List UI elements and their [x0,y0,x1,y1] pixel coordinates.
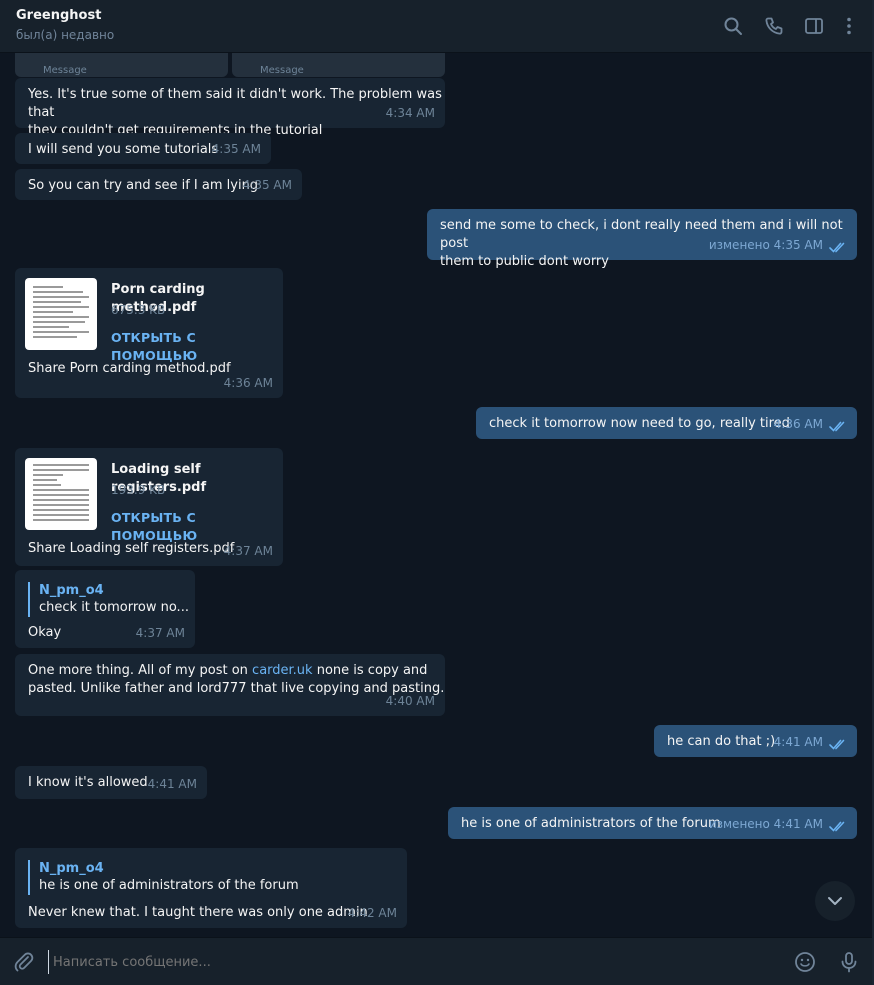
message-input[interactable] [48,950,778,974]
message-incoming[interactable]: One more thing. All of my post on carder… [15,654,445,716]
reply-author: N_pm_o4 [39,861,104,876]
message-text: I will send you some tutorials [28,142,219,157]
scroll-to-bottom-button[interactable] [815,881,855,921]
message-time: 4:35 AM [211,142,261,156]
message-link[interactable]: carder.uk [252,663,313,678]
chat-header: Greenghost был(а) недавно [0,0,874,53]
message-incoming[interactable]: So you can try and see if I am lying 4:3… [15,169,302,200]
message-time: 4:37 AM [223,544,273,558]
message-time: изменено 4:35 AM [708,238,823,252]
message-outgoing[interactable]: he can do that ;) 4:41 AM [654,725,857,757]
file-size: 675.3 KB [111,303,166,317]
message-time: 4:41 AM [773,735,823,749]
read-receipt-icon [829,421,845,432]
search-icon[interactable] [721,14,745,38]
previous-media-remnant: Message [15,53,228,77]
message-text: he can do that ;) [667,734,776,749]
message-text: So you can try and see if I am lying [28,178,259,193]
read-receipt-icon [829,821,845,832]
read-receipt-icon [829,242,845,253]
file-size: 193.9 KB [111,483,166,497]
message-text: I know it's allowed [28,775,148,790]
message-text: he is one of administrators of the forum [461,816,721,831]
message-text: check it tomorrow now need to go, really… [489,416,790,431]
reply-text: he is one of administrators of the forum [39,878,299,893]
reply-text: check it tomorrow no... [39,600,189,615]
message-file-incoming[interactable]: Loading self registers.pdf 193.9 KB ОТКР… [15,448,283,566]
read-receipt-icon [829,739,845,750]
microphone-icon[interactable] [837,950,861,974]
message-incoming[interactable]: I will send you some tutorials 4:35 AM [15,133,271,164]
message-time: изменено 4:41 AM [708,817,823,831]
chevron-down-icon [828,897,842,905]
message-caption: Share Porn carding method.pdf [28,361,231,376]
pdf-thumbnail[interactable] [25,458,97,530]
message-incoming[interactable]: I know it's allowed 4:41 AM [15,766,207,799]
message-outgoing[interactable]: check it tomorrow now need to go, really… [476,407,857,439]
contact-status: был(а) недавно [16,28,115,42]
previous-media-remnant: Message [232,53,445,77]
message-reply-incoming[interactable]: N_pm_o4 he is one of administrators of t… [15,848,407,928]
phone-icon[interactable] [762,14,786,38]
message-reply-incoming[interactable]: N_pm_o4 check it tomorrow no... Okay 4:3… [15,570,195,648]
message-composer [0,937,874,985]
message-time: 4:36 AM [223,376,273,390]
attach-icon[interactable] [12,950,36,974]
message-text: Yes. It's true some of them said it didn… [28,87,442,138]
sidebar-toggle-icon[interactable] [802,14,826,38]
emoji-icon[interactable] [793,950,817,974]
more-menu-icon[interactable] [837,14,861,38]
reply-author: N_pm_o4 [39,583,104,598]
message-time: 4:41 AM [147,777,197,791]
reply-quote[interactable]: N_pm_o4 he is one of administrators of t… [28,860,299,895]
pdf-thumbnail[interactable] [25,278,97,350]
message-time: 4:37 AM [135,626,185,640]
message-outgoing[interactable]: send me some to check, i dont really nee… [427,209,857,269]
message-incoming[interactable]: Yes. It's true some of them said it didn… [15,78,445,138]
reply-quote[interactable]: N_pm_o4 check it tomorrow no... [28,582,189,617]
message-time: 4:42 AM [347,906,397,920]
message-file-incoming[interactable]: Porn carding method.pdf 675.3 KB ОТКРЫТЬ… [15,268,283,398]
message-time: 4:34 AM [385,106,435,120]
message-caption: Share Loading self registers.pdf [28,541,235,556]
message-time: 4:35 AM [242,178,292,192]
message-time: 4:40 AM [385,694,435,708]
message-list[interactable]: Message Message Yes. It's true some of t… [0,53,874,937]
message-time: 4:36 AM [773,417,823,431]
message-text: Okay [28,625,62,640]
message-outgoing[interactable]: he is one of administrators of the forum… [448,807,857,839]
contact-name[interactable]: Greenghost [16,8,101,23]
message-text: Never knew that. I taught there was only… [28,905,368,920]
message-text: One more thing. All of my post on carder… [28,663,445,696]
